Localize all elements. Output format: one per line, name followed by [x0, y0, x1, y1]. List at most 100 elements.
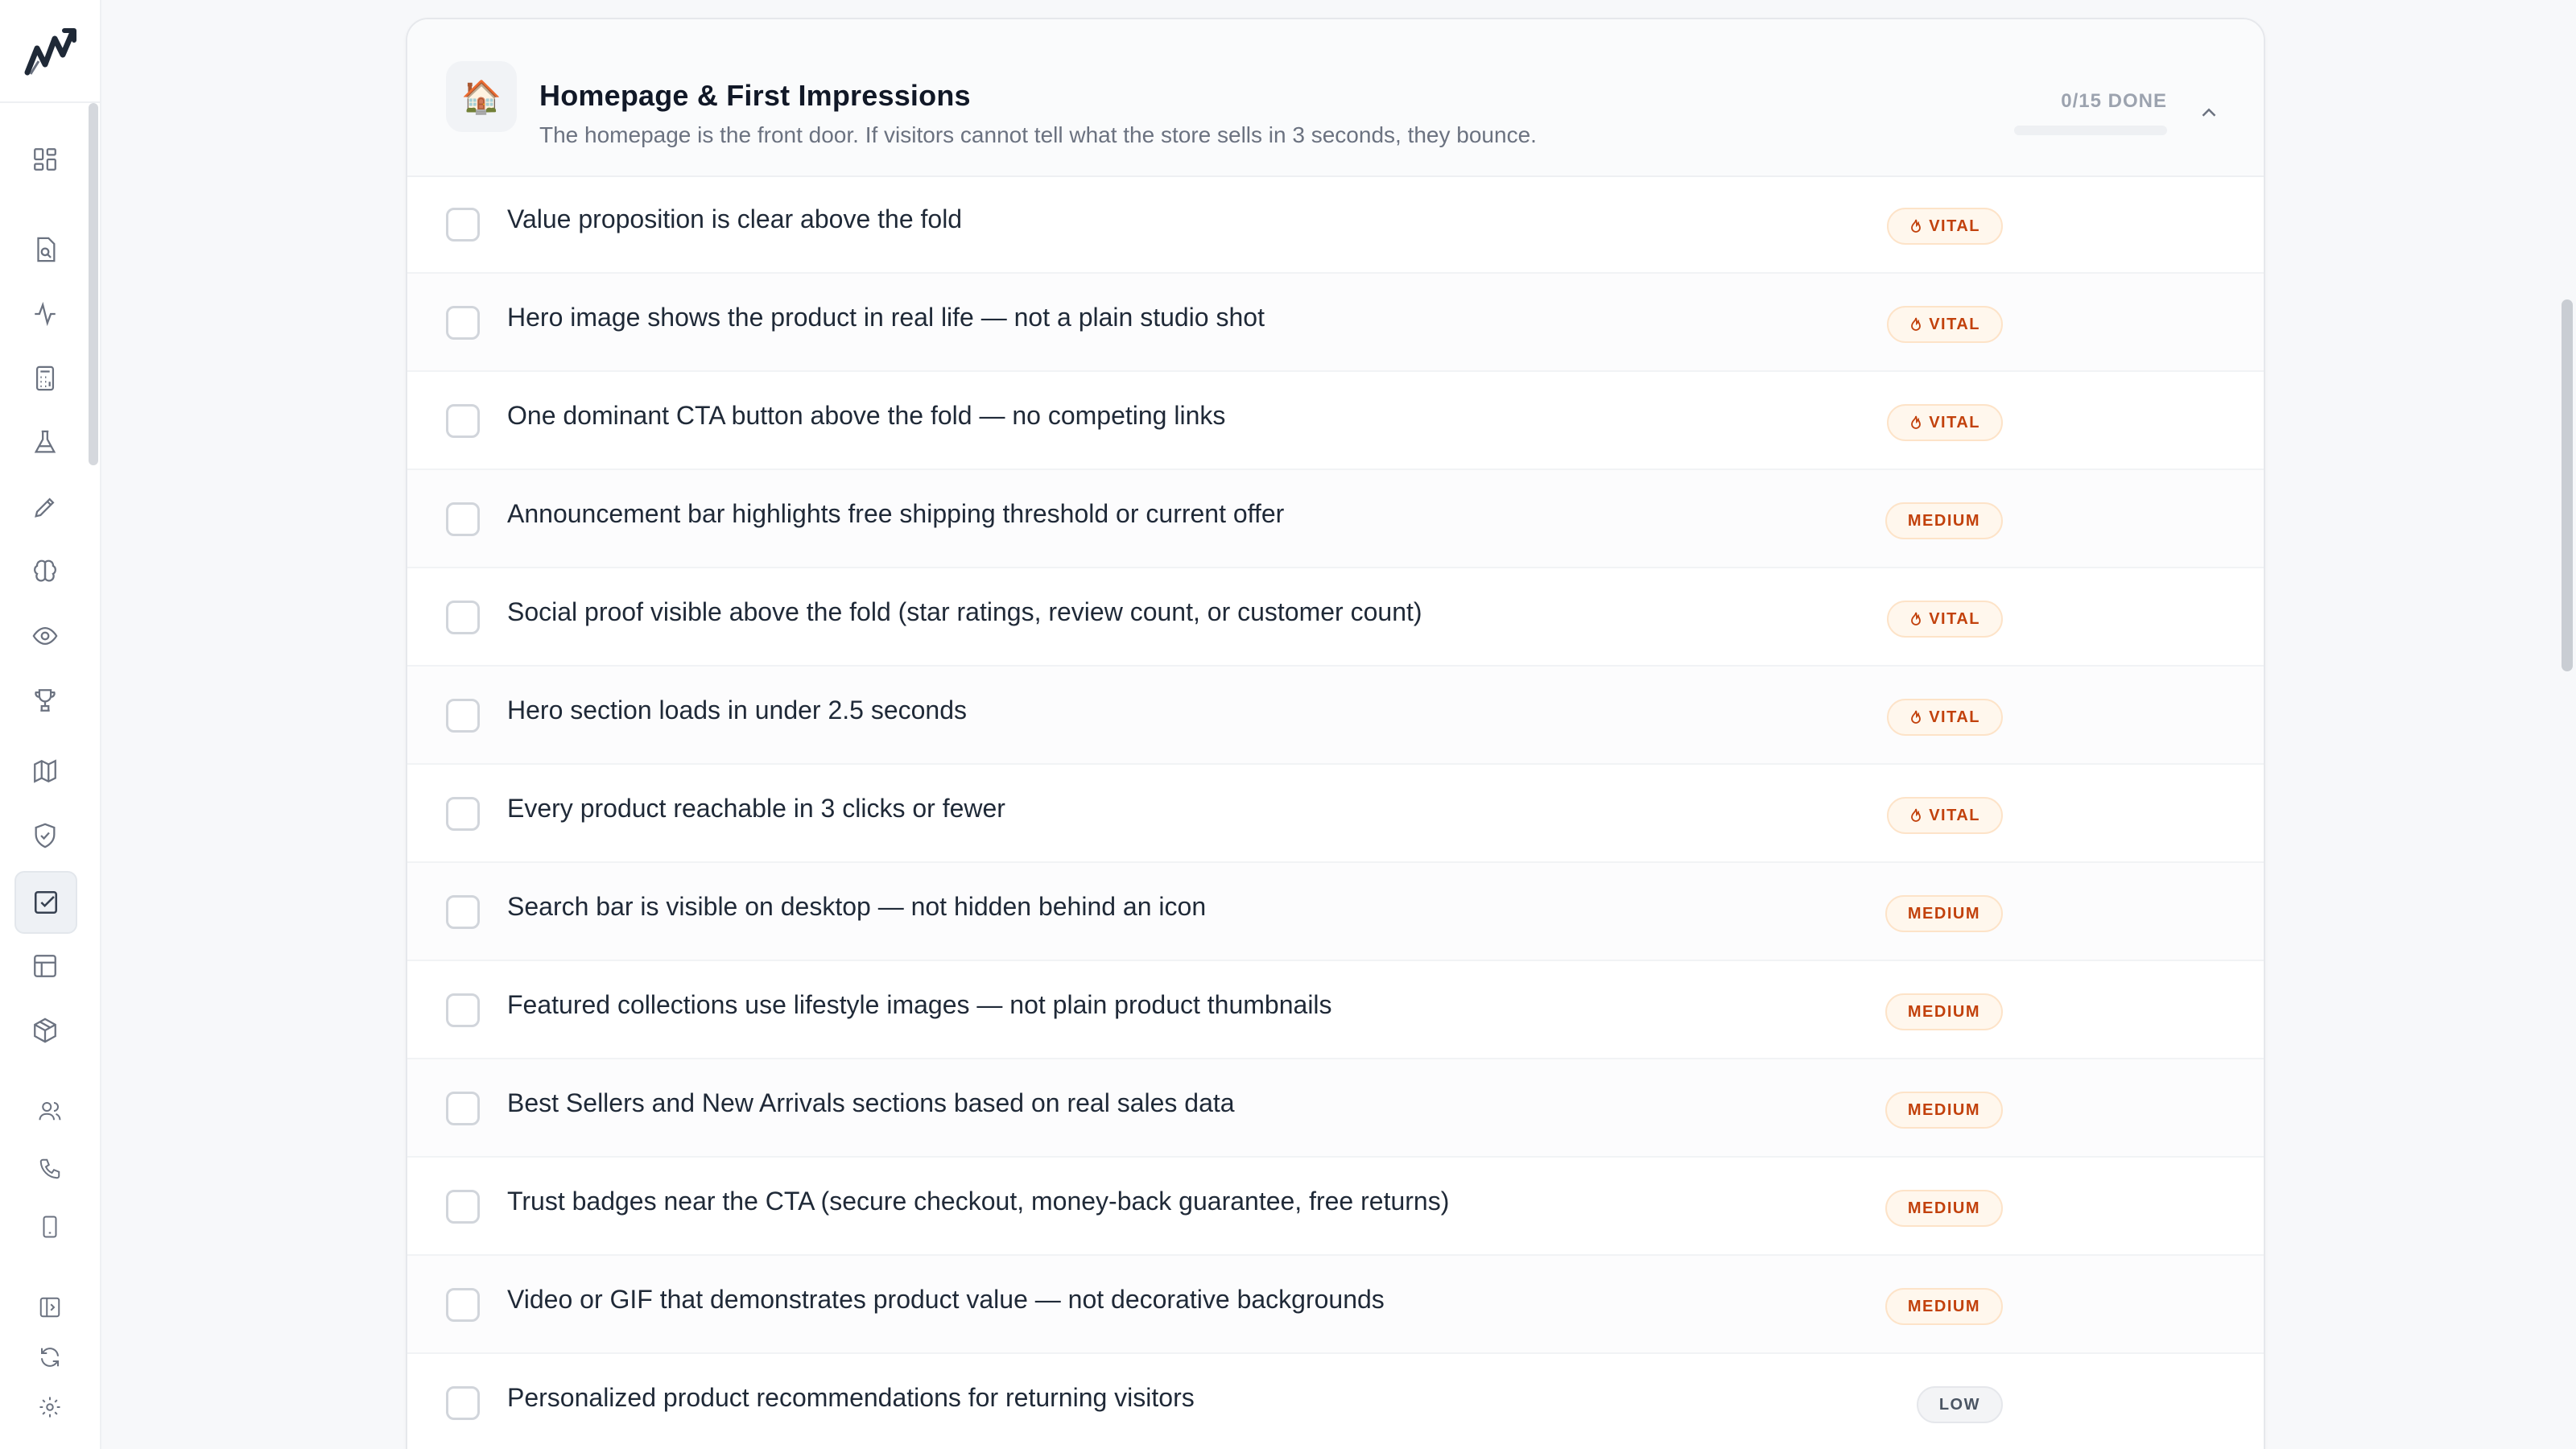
priority-badge: VITAL — [1887, 404, 2003, 441]
checklist-item[interactable]: Trust badges near the CTA (secure checko… — [407, 1158, 2264, 1256]
brain-icon[interactable] — [24, 551, 66, 592]
item-text: Value proposition is clear above the fol… — [507, 204, 963, 233]
checklist-items: Value proposition is clear above the fol… — [407, 175, 2264, 1449]
checklist-item[interactable]: Hero section loads in under 2.5 seconds V… — [407, 667, 2264, 765]
document-search-icon[interactable] — [24, 229, 66, 270]
priority-badge: MEDIUM — [1885, 1288, 2003, 1325]
sidebar-scrollbar[interactable] — [89, 103, 98, 465]
item-checkbox[interactable] — [446, 1190, 480, 1224]
main-scrollbar-thumb[interactable] — [2562, 299, 2573, 671]
checklist-item[interactable]: Search bar is visible on desktop — not h… — [407, 863, 2264, 961]
checklist-item[interactable]: One dominant CTA button above the fold —… — [407, 372, 2264, 470]
priority-badge: VITAL — [1887, 699, 2003, 736]
flame-icon — [1911, 808, 1922, 822]
item-checkbox[interactable] — [446, 601, 480, 634]
priority-label: VITAL — [1929, 708, 1980, 726]
checklist-icon[interactable] — [14, 871, 77, 934]
priority-label: MEDIUM — [1907, 1297, 1980, 1315]
priority-label: LOW — [1938, 1395, 1980, 1414]
checklist-item[interactable]: Hero image shows the product in real lif… — [407, 274, 2264, 372]
priority-label: MEDIUM — [1907, 1100, 1980, 1119]
item-checkbox[interactable] — [446, 1092, 480, 1125]
checklist-item[interactable]: Value proposition is clear above the fol… — [407, 175, 2264, 274]
priority-badge: VITAL — [1887, 797, 2003, 834]
priority-badge: MEDIUM — [1885, 1190, 2003, 1227]
priority-label: MEDIUM — [1907, 1002, 1980, 1021]
priority-badge: VITAL — [1887, 306, 2003, 343]
calculator-icon[interactable] — [24, 357, 66, 399]
priority-badge: MEDIUM — [1885, 993, 2003, 1030]
checklist-item[interactable]: Personalized product recommendations for… — [407, 1354, 2264, 1449]
item-checkbox[interactable] — [446, 1386, 480, 1420]
priority-label: VITAL — [1929, 806, 1980, 824]
priority-label: MEDIUM — [1907, 904, 1980, 923]
item-checkbox[interactable] — [446, 306, 480, 340]
item-text: Featured collections use lifestyle image… — [507, 990, 1332, 1019]
logo-icon — [24, 28, 76, 76]
sidebar-toggle-icon[interactable] — [29, 1286, 71, 1328]
item-text: Announcement bar highlights free shippin… — [507, 499, 1285, 528]
map-icon[interactable] — [24, 750, 66, 792]
house-icon: 🏠 — [446, 61, 517, 132]
smartphone-icon[interactable] — [29, 1206, 71, 1248]
checklist-item[interactable]: Announcement bar highlights free shippin… — [407, 470, 2264, 568]
section-header[interactable]: 🏠 Homepage & First Impressions The homep… — [407, 19, 2264, 177]
item-text: Hero image shows the product in real lif… — [507, 303, 1265, 332]
item-checkbox[interactable] — [446, 699, 480, 733]
layout-icon[interactable] — [24, 945, 66, 987]
phone-icon[interactable] — [29, 1148, 71, 1190]
priority-badge: MEDIUM — [1885, 895, 2003, 932]
priority-badge: LOW — [1916, 1386, 2003, 1423]
item-checkbox[interactable] — [446, 797, 480, 831]
sidebar-divider — [0, 101, 101, 103]
item-text: Trust badges near the CTA (secure checko… — [507, 1187, 1450, 1216]
collapse-button[interactable] — [2193, 97, 2225, 129]
progress-label: 0/15 DONE — [2061, 90, 2167, 112]
flame-icon — [1911, 415, 1922, 429]
checklist-item[interactable]: Social proof visible above the fold (sta… — [407, 568, 2264, 667]
item-checkbox[interactable] — [446, 993, 480, 1027]
checklist-section-card: 🏠 Homepage & First Impressions The homep… — [406, 18, 2265, 1449]
package-icon[interactable] — [24, 1009, 66, 1051]
dashboard-icon[interactable] — [24, 138, 66, 180]
item-text: Video or GIF that demonstrates product v… — [507, 1285, 1385, 1314]
logo[interactable] — [23, 24, 79, 80]
app-window: 🏠 Homepage & First Impressions The homep… — [0, 0, 2576, 1449]
priority-label: MEDIUM — [1907, 511, 1980, 530]
flame-icon — [1911, 219, 1922, 233]
item-text: Search bar is visible on desktop — not h… — [507, 892, 1207, 921]
activity-icon[interactable] — [24, 293, 66, 335]
item-text: Hero section loads in under 2.5 seconds — [507, 696, 968, 724]
checklist-item[interactable]: Every product reachable in 3 clicks or f… — [407, 765, 2264, 863]
item-checkbox[interactable] — [446, 208, 480, 242]
section-description: The homepage is the front door. If visit… — [539, 122, 1537, 147]
priority-label: MEDIUM — [1907, 1199, 1980, 1217]
priority-badge: MEDIUM — [1885, 1092, 2003, 1129]
checklist-item[interactable]: Best Sellers and New Arrivals sections b… — [407, 1059, 2264, 1158]
item-checkbox[interactable] — [446, 1288, 480, 1322]
item-checkbox[interactable] — [446, 502, 480, 536]
main-scrollbar-track[interactable] — [2557, 0, 2576, 1449]
flame-icon — [1911, 710, 1922, 724]
chevron-up-icon — [2202, 108, 2216, 117]
settings-icon[interactable] — [29, 1386, 71, 1428]
item-text: Social proof visible above the fold (sta… — [507, 597, 1422, 626]
item-checkbox[interactable] — [446, 404, 480, 438]
item-text: Every product reachable in 3 clicks or f… — [507, 794, 1005, 823]
trophy-icon[interactable] — [24, 679, 66, 721]
item-text: One dominant CTA button above the fold —… — [507, 401, 1226, 430]
item-checkbox[interactable] — [446, 895, 480, 929]
shield-check-icon[interactable] — [24, 815, 66, 857]
pencil-icon[interactable] — [24, 486, 66, 528]
checklist-item[interactable]: Featured collections use lifestyle image… — [407, 961, 2264, 1059]
refresh-icon[interactable] — [29, 1336, 71, 1378]
progress-bar — [2014, 126, 2167, 135]
flask-icon[interactable] — [24, 422, 66, 464]
eye-icon[interactable] — [24, 615, 66, 657]
flame-icon — [1911, 317, 1922, 331]
priority-label: VITAL — [1929, 315, 1980, 333]
flame-icon — [1911, 612, 1922, 625]
checklist-item[interactable]: Video or GIF that demonstrates product v… — [407, 1256, 2264, 1354]
users-icon[interactable] — [29, 1090, 71, 1132]
sidebar — [0, 0, 101, 1449]
